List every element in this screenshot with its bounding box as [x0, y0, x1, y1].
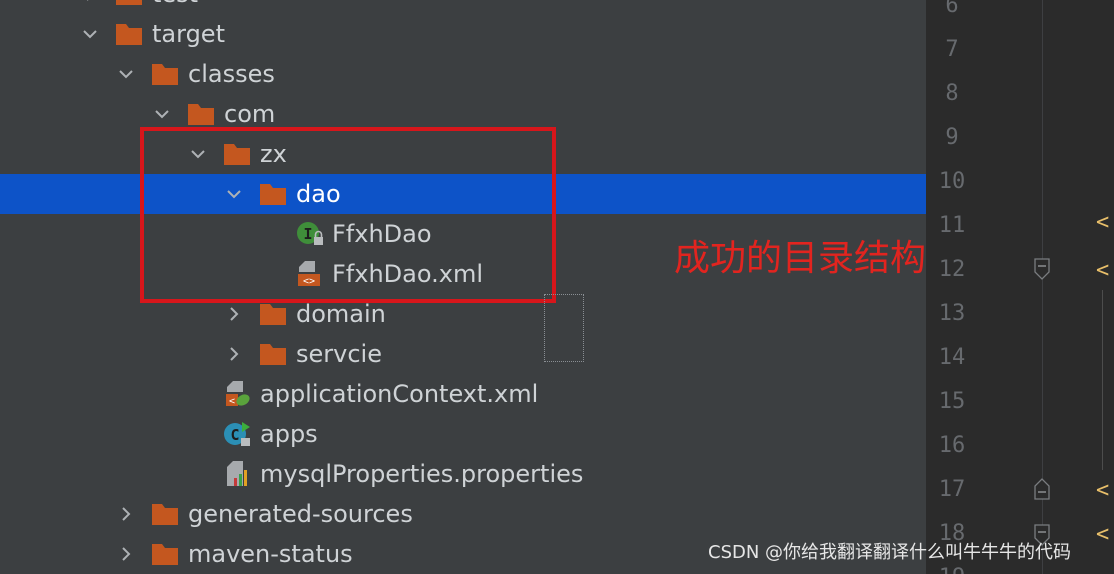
tree-row-apps[interactable]: Capps: [0, 414, 926, 454]
tree-item-label: apps: [260, 420, 318, 448]
tree-row-applicationcontext-xml[interactable]: < applicationContext.xml: [0, 374, 926, 414]
line-number: 9: [945, 125, 959, 150]
tree-item-label: target: [152, 20, 225, 48]
line-number: 8: [945, 81, 959, 106]
xml-tag-fragment: <: [1096, 258, 1110, 283]
annotation-text: 成功的目录结构: [674, 238, 926, 279]
chevron-right-icon[interactable]: [114, 502, 138, 526]
highlight-box: [140, 127, 556, 303]
tree-item-label: classes: [188, 60, 275, 88]
tree-row-generated-sources[interactable]: generated-sources: [0, 494, 926, 534]
line-number: 7: [945, 37, 959, 62]
spring-xml-icon: <: [222, 380, 252, 408]
tree-row-test[interactable]: test: [0, 0, 926, 14]
class-icon: C: [222, 420, 252, 448]
watermark: CSDN @你给我翻译翻译什么叫牛牛牛的代码: [708, 542, 1072, 563]
chevron-right-icon[interactable]: [222, 302, 246, 326]
folder-icon: [150, 540, 180, 568]
tree-row-classes[interactable]: classes: [0, 54, 926, 94]
tree-item-label: mysqlProperties.properties: [260, 460, 584, 488]
tree-item-label: com: [224, 100, 276, 128]
folder-icon: [114, 20, 144, 48]
editor-gutter: 678910111213141516171819 <<<<: [926, 0, 1114, 574]
svg-text:C: C: [230, 426, 239, 444]
line-number: 19: [926, 565, 978, 574]
folder-icon: [114, 0, 144, 8]
tree-item-label: maven-status: [188, 540, 353, 568]
folder-icon: [258, 340, 288, 368]
indent-guide: [1102, 290, 1103, 470]
chevron-right-icon[interactable]: [222, 342, 246, 366]
tree-row-target[interactable]: target: [0, 14, 926, 54]
line-number: 13: [938, 301, 966, 326]
properties-file-icon: [222, 460, 252, 488]
tree-row-servcie[interactable]: servcie: [0, 334, 926, 374]
chevron-down-icon[interactable]: [150, 102, 174, 126]
tree-item-label: domain: [296, 300, 386, 328]
xml-tag-fragment: <: [1096, 522, 1110, 547]
line-number: 17: [938, 477, 966, 502]
chevron-down-icon[interactable]: [114, 62, 138, 86]
tree-item-label: test: [152, 0, 198, 9]
drag-placeholder: [544, 294, 584, 362]
folder-icon: [258, 300, 288, 328]
line-number: 15: [938, 389, 966, 414]
tree-item-label: applicationContext.xml: [260, 380, 539, 408]
folder-icon: [150, 60, 180, 88]
fold-marker-icon[interactable]: [1032, 258, 1052, 280]
chevron-right-icon[interactable]: [114, 542, 138, 566]
folder-icon: [150, 500, 180, 528]
line-number: 10: [938, 169, 966, 194]
line-number: 16: [938, 433, 966, 458]
chevron-down-icon[interactable]: [78, 22, 102, 46]
project-tree-panel: testtargetclassescomzxdaoIFfxhDao<>FfxhD…: [0, 0, 926, 574]
tree-row-mysqlproperties-properties[interactable]: mysqlProperties.properties: [0, 454, 926, 494]
line-number: 11: [938, 213, 966, 238]
line-number: 14: [938, 345, 966, 370]
fold-marker-icon[interactable]: [1032, 478, 1052, 500]
tree-item-label: servcie: [296, 340, 382, 368]
chevron-right-icon[interactable]: [78, 0, 102, 6]
tree-item-label: generated-sources: [188, 500, 413, 528]
xml-tag-fragment: <: [1096, 210, 1110, 235]
line-number: 6: [945, 0, 959, 18]
folder-icon: [186, 100, 216, 128]
line-number: 12: [938, 257, 966, 282]
xml-tag-fragment: <: [1096, 478, 1110, 503]
svg-text:<: <: [229, 396, 235, 407]
